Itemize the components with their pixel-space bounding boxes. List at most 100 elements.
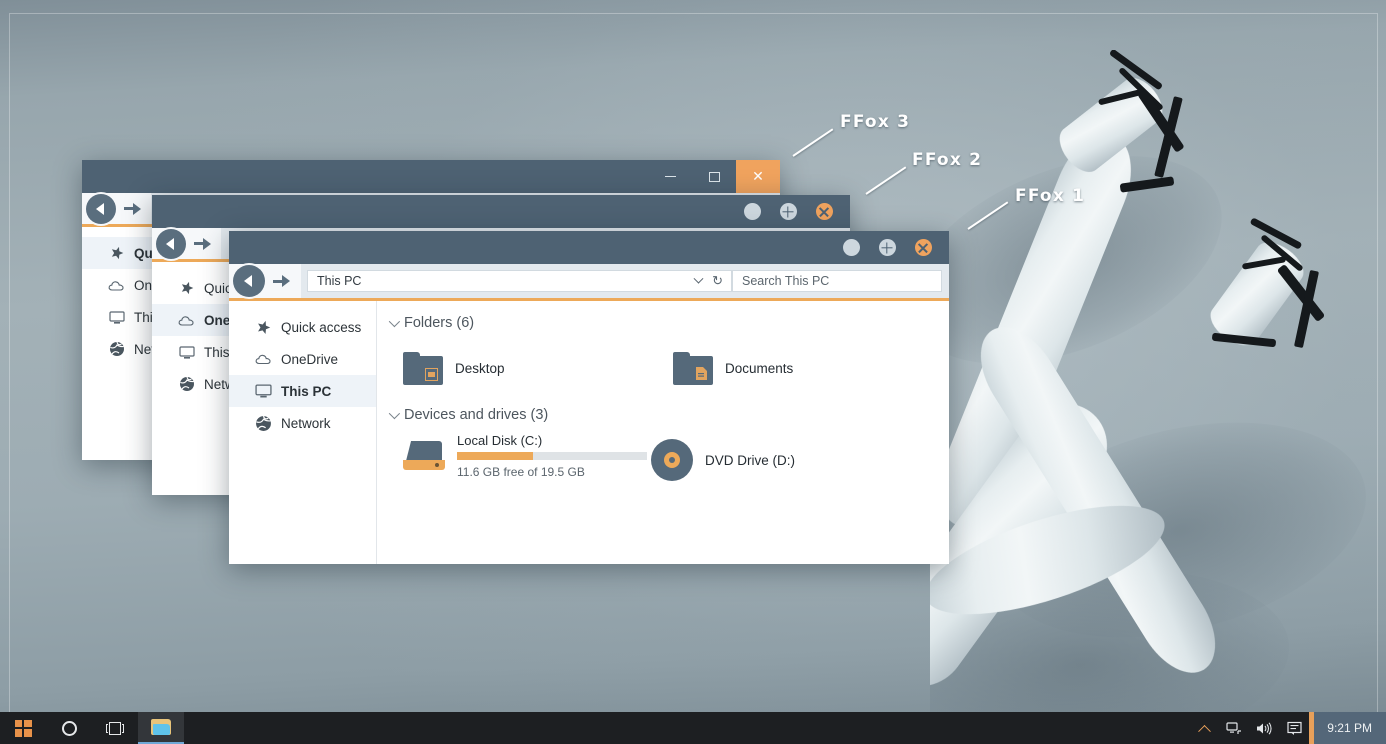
item-label: DVD Drive (D:) bbox=[705, 452, 795, 468]
taskbar-clock[interactable]: 9:21 PM bbox=[1309, 712, 1386, 744]
callout-label-ffox1: FFox 1 bbox=[1015, 186, 1086, 206]
file-explorer-taskbar-button[interactable] bbox=[138, 712, 184, 744]
maximize-icon bbox=[708, 171, 720, 182]
star-icon bbox=[178, 280, 195, 297]
maximize-button-back[interactable] bbox=[692, 160, 736, 193]
minimize-icon bbox=[664, 176, 676, 177]
hard-drive-icon bbox=[403, 439, 445, 473]
sidebar-item-this-pc[interactable]: This PC bbox=[229, 375, 376, 407]
network-tray-icon[interactable] bbox=[1219, 712, 1249, 744]
navbar-front: This PC ↻ Search This PC bbox=[229, 264, 949, 301]
start-button[interactable] bbox=[0, 712, 46, 744]
item-label: Documents bbox=[725, 360, 794, 376]
maximize-circle-icon bbox=[779, 203, 797, 220]
back-button-middle-window[interactable] bbox=[156, 228, 186, 259]
minimize-button-middle[interactable] bbox=[734, 195, 770, 228]
item-label: Desktop bbox=[455, 360, 505, 376]
sidebar-item-quick-access[interactable]: Quick access bbox=[229, 311, 376, 343]
cloud-icon bbox=[108, 277, 125, 294]
callout-label-ffox3: FFox 3 bbox=[840, 112, 911, 132]
drive-info: Local Disk (C:) 11.6 GB free of 19.5 GB bbox=[457, 433, 673, 479]
drives-row: Local Disk (C:) 11.6 GB free of 19.5 GB … bbox=[403, 433, 949, 487]
window-controls-middle bbox=[734, 195, 850, 228]
nav-buttons-front bbox=[229, 264, 301, 298]
close-button-middle[interactable] bbox=[806, 195, 842, 228]
arrow-left-icon bbox=[244, 275, 252, 287]
explorer-window-front[interactable]: This PC ↻ Search This PC Quick access On… bbox=[229, 231, 949, 564]
close-circle-icon bbox=[914, 239, 932, 256]
sidebar-label: Quick access bbox=[281, 319, 362, 335]
minimize-button-front[interactable] bbox=[833, 231, 869, 264]
chevron-up-icon bbox=[1197, 724, 1211, 738]
monitor-icon bbox=[108, 309, 125, 326]
maximize-button-front[interactable] bbox=[869, 231, 905, 264]
system-tray: 9:21 PM bbox=[1189, 712, 1386, 744]
task-view-button[interactable] bbox=[92, 712, 138, 744]
group-header-devices[interactable]: Devices and drives (3) bbox=[388, 407, 949, 423]
chevron-down-icon bbox=[388, 315, 401, 328]
volume-tray-icon[interactable] bbox=[1249, 712, 1279, 744]
refresh-icon[interactable]: ↻ bbox=[712, 273, 723, 289]
action-center-button[interactable] bbox=[1279, 712, 1309, 744]
circle-search-icon bbox=[61, 720, 77, 736]
monitor-icon bbox=[255, 383, 272, 400]
sidebar-item-network[interactable]: Network bbox=[229, 407, 376, 439]
search-input[interactable]: Search This PC bbox=[732, 270, 942, 292]
star-icon bbox=[255, 319, 272, 336]
show-hidden-icons-button[interactable] bbox=[1189, 712, 1219, 744]
globe-icon bbox=[178, 376, 195, 393]
forward-button-back-window[interactable] bbox=[114, 194, 144, 224]
window-body-front: Quick access OneDrive This PC Network Fo… bbox=[229, 301, 949, 564]
taskbar: 9:21 PM bbox=[0, 712, 1386, 744]
arrow-left-icon bbox=[96, 202, 104, 215]
folders-row: Desktop Documents bbox=[403, 341, 949, 395]
minimize-button-back[interactable] bbox=[648, 160, 692, 193]
capacity-bar-fill bbox=[457, 452, 533, 460]
titlebar-front[interactable] bbox=[229, 231, 949, 264]
window-controls-back: ✕ bbox=[648, 160, 780, 193]
arrow-right-icon bbox=[193, 242, 203, 245]
list-item-documents[interactable]: Documents bbox=[673, 341, 943, 395]
chevron-down-icon[interactable] bbox=[693, 273, 704, 284]
list-item-dvd-drive[interactable]: DVD Drive (D:) bbox=[651, 433, 891, 487]
back-button-back-window[interactable] bbox=[86, 193, 116, 224]
sidebar-label: This PC bbox=[281, 383, 332, 399]
globe-icon bbox=[108, 341, 125, 358]
close-button-back[interactable]: ✕ bbox=[736, 160, 780, 193]
monitor-icon bbox=[178, 344, 195, 361]
dvd-drive-icon bbox=[651, 439, 693, 481]
sidebar-label: Network bbox=[281, 415, 331, 431]
address-bar[interactable]: This PC ↻ bbox=[307, 270, 732, 292]
wallpaper-photo bbox=[930, 50, 1386, 713]
cloud-icon bbox=[178, 312, 195, 329]
sidebar-label: OneDrive bbox=[281, 351, 339, 367]
forward-button-middle-window[interactable] bbox=[184, 229, 214, 259]
maximize-button-middle[interactable] bbox=[770, 195, 806, 228]
maximize-circle-icon bbox=[878, 239, 896, 256]
nav-buttons-middle bbox=[152, 228, 221, 259]
group-header-folders[interactable]: Folders (6) bbox=[388, 315, 949, 331]
group-header-label: Folders (6) bbox=[404, 315, 475, 331]
forward-button[interactable] bbox=[263, 266, 293, 296]
windows-logo-icon bbox=[14, 719, 32, 737]
close-button-front[interactable] bbox=[905, 231, 941, 264]
arrow-left-icon bbox=[166, 237, 174, 250]
list-item-desktop[interactable]: Desktop bbox=[403, 341, 673, 395]
back-button[interactable] bbox=[233, 265, 265, 297]
titlebar-middle[interactable] bbox=[152, 195, 850, 228]
file-explorer-icon bbox=[151, 719, 171, 735]
sidebar-front: Quick access OneDrive This PC Network bbox=[229, 301, 377, 564]
folder-desktop-icon bbox=[403, 351, 443, 385]
nav-buttons-back bbox=[82, 193, 151, 224]
capacity-text: 11.6 GB free of 19.5 GB bbox=[457, 465, 585, 479]
capacity-bar bbox=[457, 452, 647, 460]
arrow-right-icon bbox=[123, 207, 133, 210]
folder-documents-icon bbox=[673, 351, 713, 385]
sidebar-item-onedrive[interactable]: OneDrive bbox=[229, 343, 376, 375]
chevron-down-icon bbox=[388, 407, 401, 420]
cortana-button[interactable] bbox=[46, 712, 92, 744]
window-controls-front bbox=[833, 231, 949, 264]
arrow-right-icon bbox=[272, 279, 282, 283]
list-item-local-disk[interactable]: Local Disk (C:) 11.6 GB free of 19.5 GB bbox=[403, 433, 673, 479]
titlebar-back[interactable]: ✕ bbox=[82, 160, 780, 193]
